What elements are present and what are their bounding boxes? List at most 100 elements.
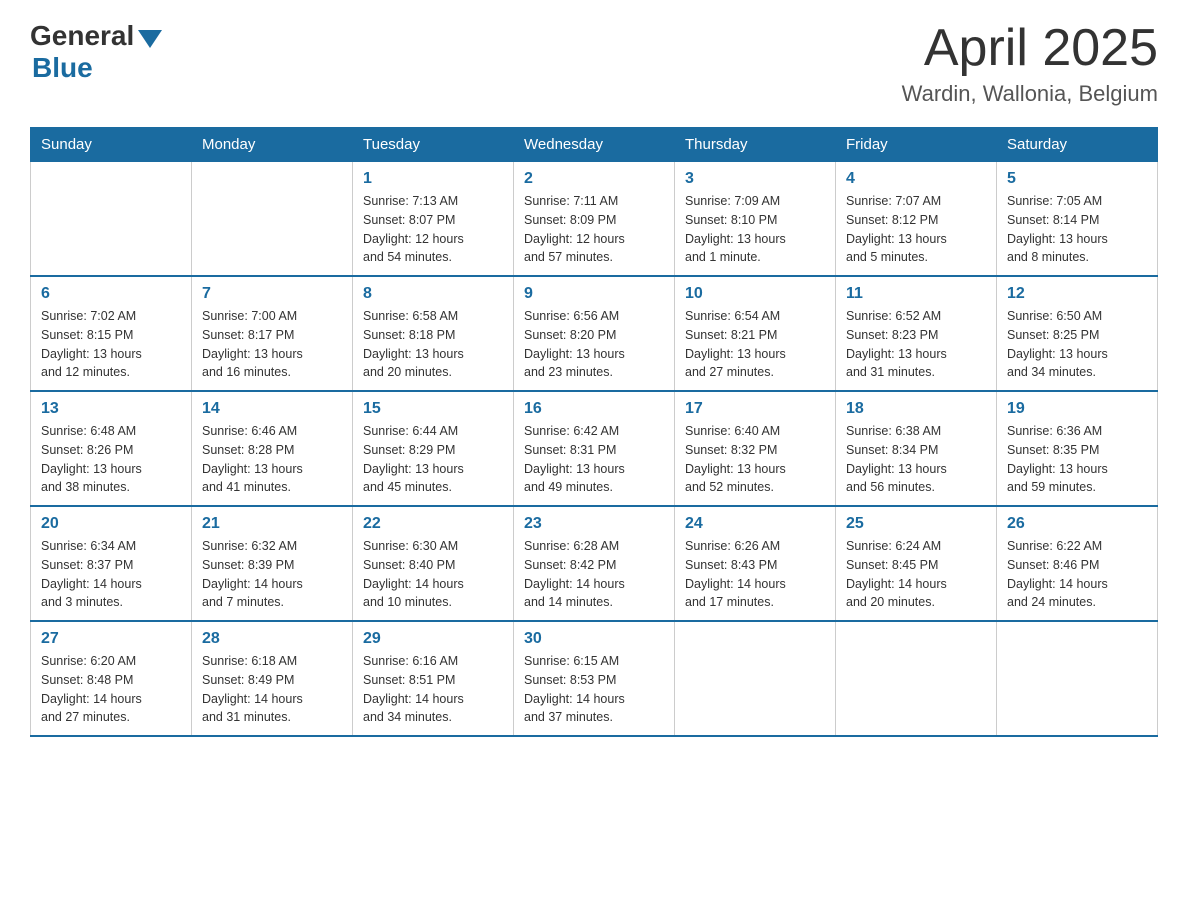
calendar-body: 1 Sunrise: 7:13 AM Sunset: 8:07 PM Daylig… [31,162,1158,737]
calendar-cell: 26Sunrise: 6:22 AM Sunset: 8:46 PM Dayli… [997,506,1158,621]
location-text: Wardin, Wallonia, Belgium [902,81,1158,107]
day-info: Sunrise: 7:13 AM Sunset: 8:07 PM Dayligh… [363,192,503,267]
day-info: Sunrise: 6:44 AM Sunset: 8:29 PM Dayligh… [363,422,503,497]
day-number: 20 [41,515,181,533]
column-header-monday: Monday [192,128,353,162]
day-number: 12 [1007,285,1147,303]
day-number: 15 [363,400,503,418]
calendar-cell: 28 Sunrise: 6:18 AM Sunset: 8:49 PM Dayli… [192,621,353,736]
day-number: 30 [524,630,664,648]
day-info: Sunrise: 7:02 AM Sunset: 8:15 PM Dayligh… [41,307,181,382]
logo-general-text: General [30,20,134,52]
day-number: 25 [846,515,986,533]
day-info: Sunrise: 6:26 AM Sunset: 8:43 PM Dayligh… [685,537,825,612]
day-info: Sunrise: 6:24 AM Sunset: 8:45 PM Dayligh… [846,537,986,612]
calendar-cell: 21 Sunrise: 6:32 AM Sunset: 8:39 PM Dayli… [192,506,353,621]
day-number: 29 [363,630,503,648]
day-info: Sunrise: 7:11 AM Sunset: 8:09 PM Dayligh… [524,192,664,267]
day-number: 23 [524,515,664,533]
day-info: Sunrise: 6:58 AM Sunset: 8:18 PM Dayligh… [363,307,503,382]
column-header-saturday: Saturday [997,128,1158,162]
column-header-tuesday: Tuesday [353,128,514,162]
calendar-table: SundayMondayTuesdayWednesdayThursdayFrid… [30,127,1158,737]
day-info: Sunrise: 7:00 AM Sunset: 8:17 PM Dayligh… [202,307,342,382]
calendar-cell: 4Sunrise: 7:07 AM Sunset: 8:12 PM Daylig… [836,162,997,277]
day-info: Sunrise: 6:15 AM Sunset: 8:53 PM Dayligh… [524,652,664,727]
day-number: 26 [1007,515,1147,533]
day-number: 22 [363,515,503,533]
column-header-friday: Friday [836,128,997,162]
day-number: 7 [202,285,342,303]
day-info: Sunrise: 6:36 AM Sunset: 8:35 PM Dayligh… [1007,422,1147,497]
calendar-cell [997,621,1158,736]
calendar-cell: 25 Sunrise: 6:24 AM Sunset: 8:45 PM Dayli… [836,506,997,621]
day-info: Sunrise: 6:40 AM Sunset: 8:32 PM Dayligh… [685,422,825,497]
day-number: 18 [846,400,986,418]
day-number: 13 [41,400,181,418]
calendar-cell: 2 Sunrise: 7:11 AM Sunset: 8:09 PM Daylig… [514,162,675,277]
day-number: 24 [685,515,825,533]
calendar-week-1: 1 Sunrise: 7:13 AM Sunset: 8:07 PM Daylig… [31,162,1158,277]
day-info: Sunrise: 6:52 AM Sunset: 8:23 PM Dayligh… [846,307,986,382]
page-header: General Blue April 2025 Wardin, Wallonia… [30,20,1158,107]
calendar-header: SundayMondayTuesdayWednesdayThursdayFrid… [31,128,1158,162]
calendar-cell: 11 Sunrise: 6:52 AM Sunset: 8:23 PM Dayli… [836,276,997,391]
calendar-cell: 13 Sunrise: 6:48 AM Sunset: 8:26 PM Dayli… [31,391,192,506]
calendar-cell: 15 Sunrise: 6:44 AM Sunset: 8:29 PM Dayli… [353,391,514,506]
day-info: Sunrise: 6:48 AM Sunset: 8:26 PM Dayligh… [41,422,181,497]
calendar-week-2: 6 Sunrise: 7:02 AM Sunset: 8:15 PM Daylig… [31,276,1158,391]
calendar-cell: 29 Sunrise: 6:16 AM Sunset: 8:51 PM Dayli… [353,621,514,736]
day-number: 14 [202,400,342,418]
day-number: 3 [685,170,825,188]
day-info: Sunrise: 6:16 AM Sunset: 8:51 PM Dayligh… [363,652,503,727]
day-info: Sunrise: 6:50 AM Sunset: 8:25 PM Dayligh… [1007,307,1147,382]
calendar-cell: 19 Sunrise: 6:36 AM Sunset: 8:35 PM Dayli… [997,391,1158,506]
calendar-cell: 7 Sunrise: 7:00 AM Sunset: 8:17 PM Daylig… [192,276,353,391]
calendar-cell: 18 Sunrise: 6:38 AM Sunset: 8:34 PM Dayli… [836,391,997,506]
calendar-cell: 3 Sunrise: 7:09 AM Sunset: 8:10 PM Daylig… [675,162,836,277]
calendar-cell: 17Sunrise: 6:40 AM Sunset: 8:32 PM Dayli… [675,391,836,506]
day-number: 16 [524,400,664,418]
logo-arrow-icon [138,30,162,48]
day-number: 19 [1007,400,1147,418]
day-number: 9 [524,285,664,303]
logo-blue-text: Blue [32,52,93,84]
calendar-cell [31,162,192,277]
day-info: Sunrise: 6:56 AM Sunset: 8:20 PM Dayligh… [524,307,664,382]
day-info: Sunrise: 6:38 AM Sunset: 8:34 PM Dayligh… [846,422,986,497]
day-number: 21 [202,515,342,533]
calendar-cell: 10Sunrise: 6:54 AM Sunset: 8:21 PM Dayli… [675,276,836,391]
day-info: Sunrise: 7:05 AM Sunset: 8:14 PM Dayligh… [1007,192,1147,267]
calendar-cell: 8 Sunrise: 6:58 AM Sunset: 8:18 PM Daylig… [353,276,514,391]
calendar-week-5: 27Sunrise: 6:20 AM Sunset: 8:48 PM Dayli… [31,621,1158,736]
day-info: Sunrise: 6:30 AM Sunset: 8:40 PM Dayligh… [363,537,503,612]
day-info: Sunrise: 6:46 AM Sunset: 8:28 PM Dayligh… [202,422,342,497]
calendar-cell: 16 Sunrise: 6:42 AM Sunset: 8:31 PM Dayli… [514,391,675,506]
calendar-cell: 27Sunrise: 6:20 AM Sunset: 8:48 PM Dayli… [31,621,192,736]
day-number: 10 [685,285,825,303]
day-number: 2 [524,170,664,188]
calendar-cell: 9 Sunrise: 6:56 AM Sunset: 8:20 PM Daylig… [514,276,675,391]
calendar-cell: 23 Sunrise: 6:28 AM Sunset: 8:42 PM Dayli… [514,506,675,621]
day-info: Sunrise: 6:20 AM Sunset: 8:48 PM Dayligh… [41,652,181,727]
day-info: Sunrise: 6:42 AM Sunset: 8:31 PM Dayligh… [524,422,664,497]
calendar-cell: 5 Sunrise: 7:05 AM Sunset: 8:14 PM Daylig… [997,162,1158,277]
calendar-week-4: 20Sunrise: 6:34 AM Sunset: 8:37 PM Dayli… [31,506,1158,621]
column-header-wednesday: Wednesday [514,128,675,162]
day-number: 8 [363,285,503,303]
calendar-cell: 30 Sunrise: 6:15 AM Sunset: 8:53 PM Dayli… [514,621,675,736]
calendar-week-3: 13 Sunrise: 6:48 AM Sunset: 8:26 PM Dayli… [31,391,1158,506]
day-number: 5 [1007,170,1147,188]
calendar-cell [836,621,997,736]
day-number: 28 [202,630,342,648]
day-number: 1 [363,170,503,188]
day-number: 11 [846,285,986,303]
calendar-cell: 14 Sunrise: 6:46 AM Sunset: 8:28 PM Dayli… [192,391,353,506]
calendar-cell: 22 Sunrise: 6:30 AM Sunset: 8:40 PM Dayli… [353,506,514,621]
day-info: Sunrise: 7:09 AM Sunset: 8:10 PM Dayligh… [685,192,825,267]
day-number: 6 [41,285,181,303]
day-info: Sunrise: 6:28 AM Sunset: 8:42 PM Dayligh… [524,537,664,612]
day-info: Sunrise: 6:32 AM Sunset: 8:39 PM Dayligh… [202,537,342,612]
calendar-cell: 6 Sunrise: 7:02 AM Sunset: 8:15 PM Daylig… [31,276,192,391]
day-info: Sunrise: 6:18 AM Sunset: 8:49 PM Dayligh… [202,652,342,727]
